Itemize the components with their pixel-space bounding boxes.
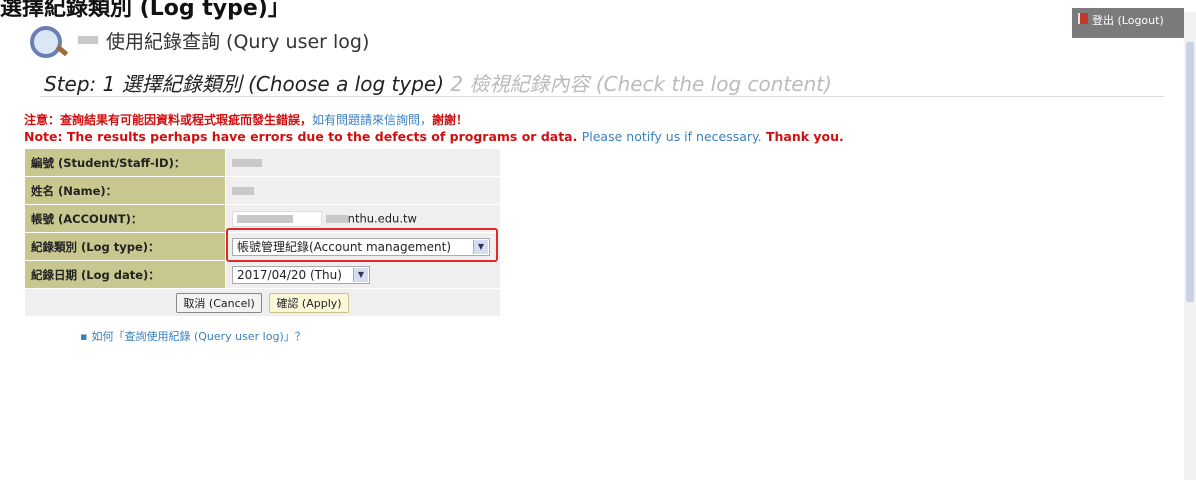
- logdate-cell: 2017/04/20 (Thu) ▼: [225, 260, 501, 289]
- notice-zh-blue: 如有問題請來信詢問，: [312, 113, 433, 127]
- step-label: Step: 1: [44, 72, 116, 96]
- help-link[interactable]: ▪ 如何「查詢使用紀錄 (Query user log)」？: [80, 328, 306, 344]
- cropped-caption: 選擇紀錄類別 (Log type)」: [0, 0, 290, 21]
- row-logdate: 紀錄日期 (Log date)： 2017/04/20 (Thu) ▼: [24, 260, 501, 289]
- button-row: 取消 (Cancel) 確認 (Apply): [24, 288, 501, 317]
- logtype-label: 紀錄類別 (Log type)：: [24, 232, 226, 261]
- notice-zh: 注意：查詢結果有可能因資料或程式瑕疵而發生錯誤，如有問題請來信詢問，謝謝！: [24, 111, 468, 128]
- row-id: 編號 (Student/Staff-ID)：: [24, 148, 501, 177]
- name-label: 姓名 (Name)：: [24, 176, 226, 205]
- row-name: 姓名 (Name)：: [24, 176, 501, 205]
- notice-en-red: Note: The results perhaps have errors du…: [24, 129, 578, 144]
- logdate-label: 紀錄日期 (Log date)：: [24, 260, 226, 289]
- notice-zh-end: 謝謝！: [432, 113, 469, 127]
- step-indicator: Step: 1 選擇紀錄類別 (Choose a log type) 2 檢視紀…: [44, 68, 832, 97]
- redacted-text: [78, 36, 98, 44]
- bullet-icon: ▪: [80, 330, 88, 343]
- notice-en-blue: Please notify us if necessary.: [581, 129, 762, 144]
- scrollbar[interactable]: [1184, 12, 1196, 480]
- id-value: [225, 148, 501, 177]
- logdate-value: 2017/04/20 (Thu): [237, 267, 342, 282]
- apply-button[interactable]: 確認 (Apply): [269, 292, 349, 313]
- account-label: 帳號 (ACCOUNT)：: [24, 204, 226, 233]
- page-header: 使用紀錄查詢 (Qury user log): [26, 20, 369, 60]
- cancel-button[interactable]: 取消 (Cancel): [176, 292, 262, 313]
- scrollbar-thumb[interactable]: [1186, 42, 1194, 302]
- logdate-select[interactable]: 2017/04/20 (Thu) ▼: [232, 265, 370, 284]
- notice-en-end: Thank you.: [765, 129, 844, 144]
- notice-en: Note: The results perhaps have errors du…: [24, 129, 844, 144]
- redacted-domain-prefix: [325, 214, 348, 223]
- buttons-cell: 取消 (Cancel) 確認 (Apply): [24, 288, 501, 317]
- step-2: 2 檢視紀錄內容 (Check the log content): [450, 72, 832, 96]
- help-link-text[interactable]: 如何「查詢使用紀錄 (Query user log)」？: [91, 330, 305, 343]
- redacted-account: [237, 214, 293, 223]
- notice-zh-red: 注意：查詢結果有可能因資料或程式瑕疵而發生錯誤，: [24, 113, 313, 127]
- logout-label: 登出 (Logout): [1092, 14, 1164, 27]
- redacted-id: [232, 159, 262, 167]
- name-value: [225, 176, 501, 205]
- redacted-name: [232, 187, 254, 195]
- account-input[interactable]: [232, 210, 322, 227]
- page-title: 使用紀錄查詢 (Qury user log): [106, 30, 370, 53]
- step-1: 選擇紀錄類別 (Choose a log type): [121, 72, 445, 96]
- logout-icon: [1078, 13, 1088, 24]
- account-domain: nthu.edu.tw: [347, 211, 417, 225]
- chevron-down-icon[interactable]: ▼: [353, 267, 368, 282]
- id-label: 編號 (Student/Staff-ID)：: [24, 148, 226, 177]
- logtype-highlight-box: [226, 228, 498, 262]
- magnifier-icon: [26, 22, 70, 58]
- divider: [40, 96, 1164, 97]
- logout-button[interactable]: 登出 (Logout): [1072, 8, 1184, 38]
